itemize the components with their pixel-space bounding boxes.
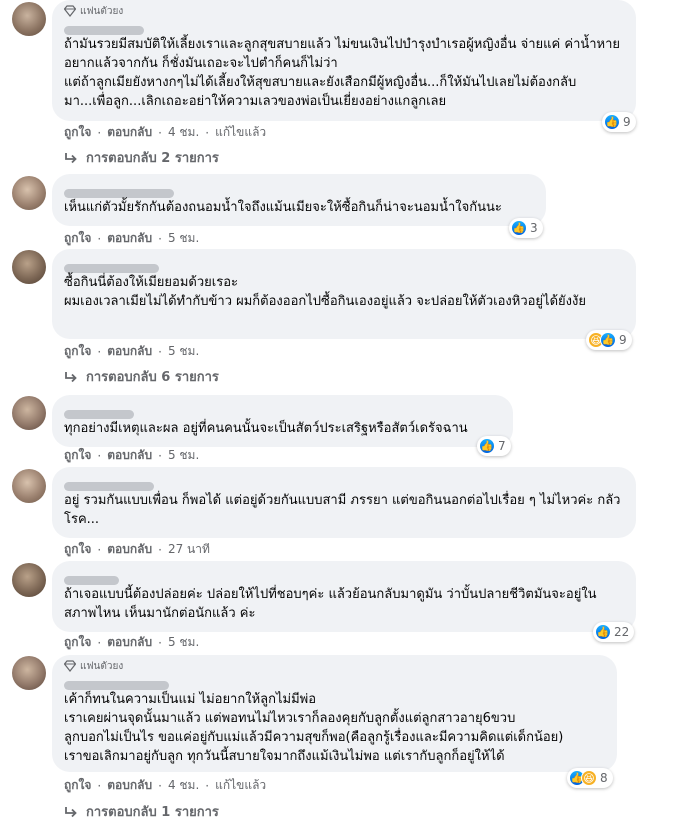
author-name[interactable] [64,20,624,35]
reply-arrow-icon [65,806,77,817]
thumbs-up-icon: 👍 [595,624,611,640]
reply-button[interactable]: ตอบกลับ [107,446,152,465]
badge-label: แฟนตัวยง [80,5,124,17]
comment-actions: ถูกใจ · ตอบกลับ · 4 ชม. · แก้ไขแล้ว [64,123,266,142]
reaction-count: 9 [619,333,627,347]
like-button[interactable]: ถูกใจ [64,540,91,559]
timestamp[interactable]: 5 ชม. [168,446,199,465]
like-button[interactable]: ถูกใจ [64,776,91,795]
edited-label[interactable]: แก้ไขแล้ว [215,123,266,142]
avatar[interactable] [12,250,46,284]
comment-bubble: แฟนตัวยง ถ้ามันรวยมีสมบัติให้เลี้ยงเราแล… [52,0,636,121]
reaction-count: 8 [600,771,608,785]
thumbs-up-icon: 👍 [511,220,527,236]
like-button[interactable]: ถูกใจ [64,123,91,142]
avatar[interactable] [12,176,46,210]
reaction-summary[interactable]: 👍 3 [509,218,543,238]
reply-button[interactable]: ตอบกลับ [107,229,152,248]
replies-label: การตอบกลับ 6 รายการ [86,370,219,385]
like-button[interactable]: ถูกใจ [64,633,91,652]
timestamp[interactable]: 5 ชม. [168,229,199,248]
edited-label[interactable]: แก้ไขแล้ว [215,776,266,795]
reply-button[interactable]: ตอบกลับ [107,123,152,142]
replies-label: การตอบกลับ 1 รายการ [86,805,219,820]
comment-text: เห็นแก่ตัวมั้ยรักกันต้องถนอมน้ำใจถึงแม้น… [64,200,502,215]
reaction-summary[interactable]: 😆 👍 9 [586,330,632,350]
avatar[interactable] [12,469,46,503]
reaction-count: 22 [614,625,630,639]
like-button[interactable]: ถูกใจ [64,446,91,465]
top-fan-badge: แฟนตัวยง [64,4,624,18]
comment-actions: ถูกใจ · ตอบกลับ · 5 ชม. [64,446,199,465]
comment-bubble: เห็นแก่ตัวมั้ยรักกันต้องถนอมน้ำใจถึงแม้น… [52,174,546,226]
comment-text: ถ้ามันรวยมีสมบัติให้เลี้ยงเราและลูกสุขสบ… [64,37,621,109]
reaction-summary[interactable]: 👍 22 [593,622,635,642]
top-fan-badge: แฟนตัวยง [64,659,605,673]
view-replies-link[interactable]: การตอบกลับ 6 รายการ [64,366,219,387]
replies-label: การตอบกลับ 2 รายการ [86,151,219,166]
timestamp[interactable]: 4 ชม. [168,776,199,795]
timestamp[interactable]: 5 ชม. [168,342,199,361]
diamond-badge-icon [64,5,76,17]
comment-actions: ถูกใจ · ตอบกลับ · 5 ชม. [64,342,199,361]
reaction-count: 9 [623,115,631,129]
badge-label: แฟนตัวยง [80,660,124,672]
haha-emoji-icon: 😆 [581,770,597,786]
comment-bubble: แฟนตัวยง เค้าก็ทนในความเป็นแม่ ไม่อยากให… [52,655,617,772]
author-name[interactable] [64,570,624,585]
thumbs-up-icon: 👍 [600,332,616,348]
timestamp[interactable]: 27 นาที [168,540,210,559]
avatar[interactable] [12,656,46,690]
timestamp[interactable]: 5 ชม. [168,633,199,652]
avatar[interactable] [12,2,46,36]
comment-actions: ถูกใจ · ตอบกลับ · 5 ชม. [64,229,199,248]
comment-actions: ถูกใจ · ตอบกลับ · 5 ชม. [64,633,199,652]
comment-bubble: ทุกอย่างมีเหตุและผล อยู่ที่คนคนนั้นจะเป็… [52,395,513,447]
view-replies-link[interactable]: การตอบกลับ 1 รายการ [64,801,219,822]
reply-button[interactable]: ตอบกลับ [107,776,152,795]
author-name[interactable] [64,183,534,198]
reply-arrow-icon [65,152,77,163]
reply-button[interactable]: ตอบกลับ [107,342,152,361]
author-name[interactable] [64,476,624,491]
avatar[interactable] [12,563,46,597]
thumbs-up-icon: 👍 [604,114,620,130]
author-name[interactable] [64,675,605,690]
timestamp[interactable]: 4 ชม. [168,123,199,142]
comment-bubble: อยู่ รวมกันแบบเพื่อน ก็พอได้ แต่อยู่ด้วย… [52,467,636,538]
comment-text: ถ้าเจอแบบนี้ต้องปล่อยค่ะ ปล่อยให้ไปที่ชอ… [64,587,597,621]
author-name[interactable] [64,404,501,419]
reply-arrow-icon [65,371,77,382]
avatar[interactable] [12,396,46,430]
thumbs-up-icon: 👍 [479,438,495,454]
author-name[interactable] [64,258,624,273]
reply-button[interactable]: ตอบกลับ [107,540,152,559]
diamond-badge-icon [64,660,76,672]
reaction-count: 7 [498,439,506,453]
comment-text: เค้าก็ทนในความเป็นแม่ ไม่อยากให้ลูกไม่มี… [64,692,564,764]
comment-text: ทุกอย่างมีเหตุและผล อยู่ที่คนคนนั้นจะเป็… [64,421,468,436]
view-replies-link[interactable]: การตอบกลับ 2 รายการ [64,147,219,168]
like-button[interactable]: ถูกใจ [64,342,91,361]
comment-actions: ถูกใจ · ตอบกลับ · 27 นาที [64,540,210,559]
comment-text: อยู่ รวมกันแบบเพื่อน ก็พอได้ แต่อยู่ด้วย… [64,493,621,527]
reply-button[interactable]: ตอบกลับ [107,633,152,652]
reaction-summary[interactable]: 👍 9 [602,112,636,132]
like-button[interactable]: ถูกใจ [64,229,91,248]
comment-text: ซื้อกินนี่ต้องให้เมียยอมด้วยเรอะ ผมเองเว… [64,275,586,309]
reaction-count: 3 [530,221,538,235]
reaction-summary[interactable]: 👍 😆 8 [567,768,613,788]
reaction-summary[interactable]: 👍 7 [477,436,511,456]
comment-bubble: ซื้อกินนี่ต้องให้เมียยอมด้วยเรอะ ผมเองเว… [52,249,636,339]
comment-actions: ถูกใจ · ตอบกลับ · 4 ชม. · แก้ไขแล้ว [64,776,266,795]
comment-bubble: ถ้าเจอแบบนี้ต้องปล่อยค่ะ ปล่อยให้ไปที่ชอ… [52,561,636,632]
